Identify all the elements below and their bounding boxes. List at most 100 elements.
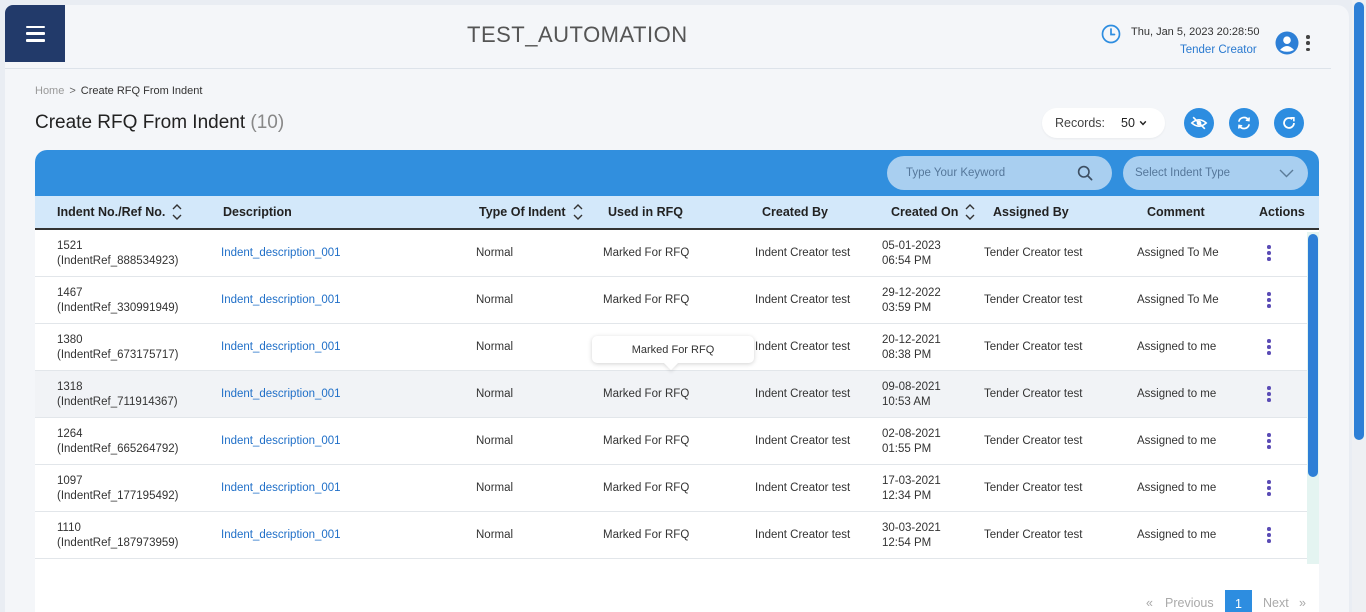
table-row: 1264 (IndentRef_665264792) Indent_descrip… bbox=[35, 418, 1307, 465]
created-on-cell: 05-01-2023 06:54 PM bbox=[882, 239, 941, 267]
records-per-page-select[interactable]: Records: 50 bbox=[1042, 108, 1165, 138]
column-header-used-in-rfq: Used in RFQ bbox=[608, 205, 684, 219]
row-actions-kebab-icon[interactable] bbox=[1263, 291, 1275, 309]
type-cell: Normal bbox=[476, 247, 514, 259]
search-icon[interactable] bbox=[1077, 165, 1093, 181]
user-role-link[interactable]: Tender Creator bbox=[1180, 44, 1257, 56]
current-datetime: Thu, Jan 5, 2023 20:28:50 bbox=[1131, 26, 1260, 38]
assigned-by-cell: Tender Creator test bbox=[984, 435, 1083, 447]
table-scrollbar-thumb[interactable] bbox=[1308, 234, 1318, 477]
comment-cell: Assigned to me bbox=[1137, 529, 1217, 541]
comment-cell: Assigned To Me bbox=[1137, 247, 1219, 259]
pagination-next[interactable]: Next bbox=[1263, 589, 1289, 612]
created-by-cell: Indent Creator test bbox=[755, 294, 851, 306]
pagination-next-arrow[interactable]: » bbox=[1299, 589, 1306, 612]
column-header-created-on[interactable]: Created On bbox=[891, 196, 975, 228]
table-row: 1521 (IndentRef_888534923) Indent_descrip… bbox=[35, 230, 1307, 277]
comment-cell: Assigned to me bbox=[1137, 435, 1217, 447]
row-actions-kebab-icon[interactable] bbox=[1263, 338, 1275, 356]
table-row: 1318 (IndentRef_711914367) Indent_descrip… bbox=[35, 371, 1307, 418]
indent-table-card: Type Your Keyword Select Indent Type Ind… bbox=[35, 150, 1319, 612]
used-in-rfq-cell: Marked For RFQ bbox=[603, 482, 690, 494]
user-avatar-icon[interactable] bbox=[1275, 31, 1299, 55]
created-by-cell: Indent Creator test bbox=[755, 341, 851, 353]
row-actions-kebab-icon[interactable] bbox=[1263, 432, 1275, 450]
row-actions-kebab-icon[interactable] bbox=[1263, 385, 1275, 403]
records-label: Records: bbox=[1055, 116, 1106, 130]
column-header-indent-no[interactable]: Indent No./Ref No. bbox=[57, 196, 182, 228]
assigned-by-cell: Tender Creator test bbox=[984, 482, 1083, 494]
column-header-created-by: Created By bbox=[762, 205, 828, 219]
sort-icon[interactable] bbox=[965, 201, 975, 223]
type-cell: Normal bbox=[476, 294, 514, 306]
eye-slash-icon bbox=[1190, 116, 1208, 130]
used-in-rfq-cell: Marked For RFQ bbox=[603, 435, 690, 447]
sync-button[interactable] bbox=[1229, 108, 1259, 138]
description-link[interactable]: Indent_description_001 bbox=[221, 418, 341, 465]
search-input[interactable]: Type Your Keyword bbox=[887, 156, 1112, 190]
created-by-cell: Indent Creator test bbox=[755, 482, 851, 494]
description-link[interactable]: Indent_description_001 bbox=[221, 465, 341, 512]
chevron-down-icon bbox=[1139, 120, 1147, 126]
menu-button[interactable] bbox=[5, 5, 65, 62]
assigned-by-cell: Tender Creator test bbox=[984, 529, 1083, 541]
comment-cell: Assigned to me bbox=[1137, 341, 1217, 353]
used-in-rfq-cell: Marked For RFQ bbox=[603, 294, 690, 306]
hamburger-icon bbox=[25, 25, 45, 42]
chevron-down-icon bbox=[1279, 169, 1294, 178]
column-header-comment: Comment bbox=[1147, 205, 1205, 219]
sort-icon[interactable] bbox=[172, 201, 182, 223]
page-scrollbar[interactable] bbox=[1352, 0, 1366, 612]
type-cell: Normal bbox=[476, 341, 514, 353]
assigned-by-cell: Tender Creator test bbox=[984, 388, 1083, 400]
pagination-page-current[interactable]: 1 bbox=[1225, 590, 1252, 612]
page-title: Create RFQ From Indent (10) bbox=[35, 112, 284, 134]
indent-type-select[interactable]: Select Indent Type bbox=[1123, 156, 1308, 190]
created-on-cell: 09-08-2021 10:53 AM bbox=[882, 380, 941, 408]
comment-cell: Assigned to me bbox=[1137, 482, 1217, 494]
pagination-prev-arrow[interactable]: « bbox=[1146, 589, 1153, 612]
type-cell: Normal bbox=[476, 388, 514, 400]
row-actions-kebab-icon[interactable] bbox=[1263, 526, 1275, 544]
column-header-actions: Actions bbox=[1259, 205, 1305, 219]
type-cell: Normal bbox=[476, 435, 514, 447]
column-header-description: Description bbox=[223, 205, 292, 219]
comment-cell: Assigned To Me bbox=[1137, 294, 1219, 306]
table-scrollbar[interactable] bbox=[1307, 232, 1319, 564]
type-cell: Normal bbox=[476, 482, 514, 494]
indent-number-cell: 1521 (IndentRef_888534923) bbox=[57, 239, 179, 267]
sort-icon[interactable] bbox=[573, 201, 583, 223]
header-divider bbox=[5, 68, 1331, 69]
description-link[interactable]: Indent_description_001 bbox=[221, 324, 341, 371]
used-in-rfq-cell: Marked For RFQ bbox=[603, 247, 690, 259]
page-title-text: Create RFQ From Indent bbox=[35, 112, 246, 133]
used-in-rfq-cell: Marked For RFQ bbox=[603, 388, 690, 400]
indent-number-cell: 1264 (IndentRef_665264792) bbox=[57, 427, 179, 455]
refresh-button[interactable] bbox=[1274, 108, 1304, 138]
indent-number-cell: 1467 (IndentRef_330991949) bbox=[57, 286, 179, 314]
created-by-cell: Indent Creator test bbox=[755, 247, 851, 259]
table-row: 1467 (IndentRef_330991949) Indent_descrip… bbox=[35, 277, 1307, 324]
row-actions-kebab-icon[interactable] bbox=[1263, 479, 1275, 497]
sync-icon bbox=[1237, 116, 1251, 130]
user-menu-kebab-icon[interactable] bbox=[1303, 33, 1313, 53]
table-row: 1097 (IndentRef_177195492) Indent_descrip… bbox=[35, 465, 1307, 512]
assigned-by-cell: Tender Creator test bbox=[984, 294, 1083, 306]
row-actions-kebab-icon[interactable] bbox=[1263, 244, 1275, 262]
pagination-previous[interactable]: Previous bbox=[1165, 589, 1214, 612]
page-scrollbar-thumb[interactable] bbox=[1354, 2, 1364, 440]
description-link[interactable]: Indent_description_001 bbox=[221, 277, 341, 324]
created-by-cell: Indent Creator test bbox=[755, 529, 851, 541]
toggle-visibility-button[interactable] bbox=[1184, 108, 1214, 138]
record-count: (10) bbox=[250, 112, 285, 133]
column-header-assigned-by: Assigned By bbox=[993, 205, 1069, 219]
description-link[interactable]: Indent_description_001 bbox=[221, 371, 341, 418]
breadcrumb-separator: > bbox=[69, 85, 76, 97]
breadcrumb-home[interactable]: Home bbox=[35, 85, 64, 97]
created-on-cell: 02-08-2021 01:55 PM bbox=[882, 427, 941, 455]
column-header-type-of-indent[interactable]: Type Of Indent bbox=[479, 196, 583, 228]
description-link[interactable]: Indent_description_001 bbox=[221, 230, 341, 277]
records-value: 50 bbox=[1121, 116, 1135, 130]
description-link[interactable]: Indent_description_001 bbox=[221, 512, 341, 559]
indent-number-cell: 1110 (IndentRef_187973959) bbox=[57, 521, 179, 549]
